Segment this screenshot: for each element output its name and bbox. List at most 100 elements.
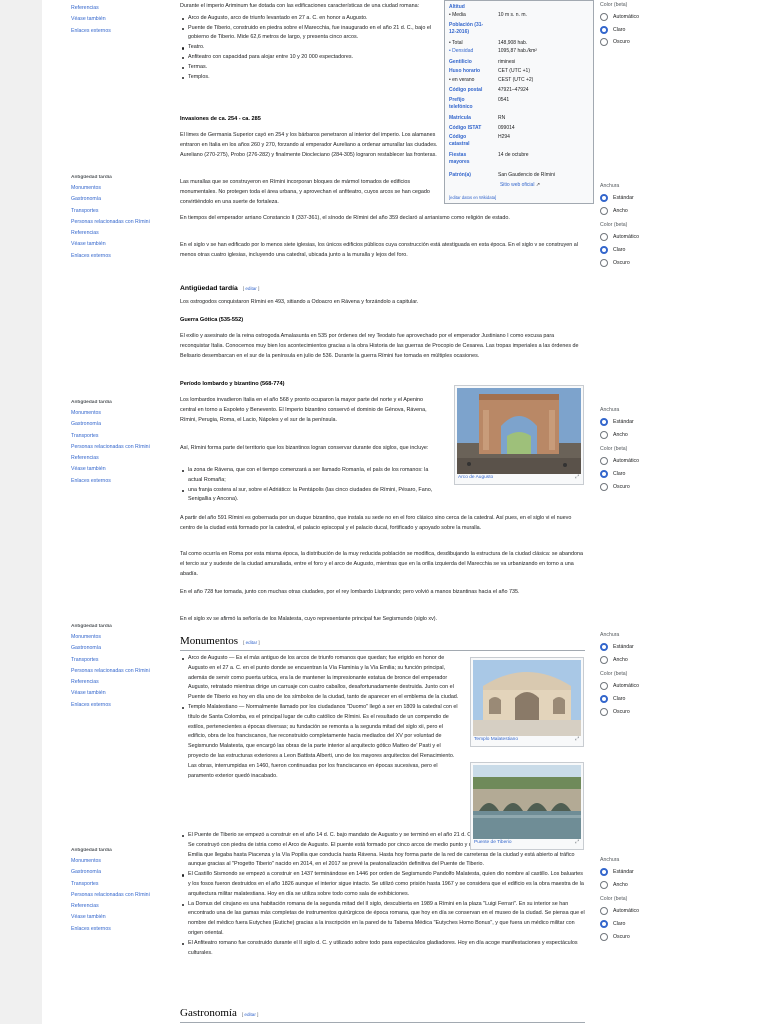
- toc-item[interactable]: Enlaces externos: [71, 700, 171, 711]
- toc-section-cut[interactable]: Antigüedad tardía: [71, 624, 171, 630]
- enlarge-icon[interactable]: ⤢: [575, 474, 579, 482]
- color-light-option[interactable]: Claro: [600, 24, 700, 37]
- radio-icon[interactable]: [600, 682, 608, 691]
- image-puente-tiberio[interactable]: Puente de Tiberio ⤢: [470, 762, 584, 850]
- enlarge-icon[interactable]: ⤢: [575, 736, 579, 744]
- edit-wikidata-link[interactable]: [editar datos en Wikidata]: [449, 195, 496, 200]
- edit-link[interactable]: [ editar ]: [243, 640, 260, 645]
- toc-item[interactable]: Gastronomía: [71, 194, 171, 205]
- toc-item[interactable]: Personas relacionadas con Rímini: [71, 890, 171, 901]
- toc-item[interactable]: Véase también: [71, 688, 171, 699]
- toc-item[interactable]: Monumentos: [71, 183, 171, 194]
- infobox-key[interactable]: Huso horario: [449, 68, 489, 75]
- color-dark-option[interactable]: Oscuro: [600, 480, 700, 493]
- color-automatic-option[interactable]: Automático: [600, 455, 700, 468]
- infobox-key[interactable]: Gentilicio: [449, 59, 489, 66]
- radio-icon[interactable]: [600, 707, 608, 716]
- width-wide-option[interactable]: Ancho: [600, 205, 700, 218]
- toc-item[interactable]: Enlaces externos: [71, 26, 171, 37]
- toc-section-cut[interactable]: Antigüedad tardía: [71, 175, 171, 181]
- width-standard-option[interactable]: Estándar: [600, 416, 700, 429]
- edit-link[interactable]: [ editar ]: [243, 286, 260, 291]
- color-automatic-option[interactable]: Automático: [600, 905, 700, 918]
- edit-link[interactable]: [ editar ]: [242, 1012, 259, 1017]
- radio-icon[interactable]: [600, 13, 608, 22]
- color-dark-option[interactable]: Oscuro: [600, 705, 700, 718]
- radio-checked-icon[interactable]: [600, 695, 608, 704]
- toc-item[interactable]: Véase también: [71, 912, 171, 923]
- infobox-key[interactable]: Matrícula: [449, 115, 489, 122]
- infobox-key[interactable]: Altitud: [449, 4, 489, 11]
- infobox-key[interactable]: Prefijo telefónico: [449, 97, 485, 111]
- toc-item[interactable]: Véase también: [71, 239, 171, 250]
- toc-item[interactable]: Personas relacionadas con Rímini: [71, 217, 171, 228]
- toc-item[interactable]: Transportes: [71, 655, 171, 666]
- toc-item[interactable]: Referencias: [71, 3, 171, 14]
- toc-item[interactable]: Personas relacionadas con Rímini: [71, 666, 171, 677]
- width-standard-option[interactable]: Estándar: [600, 866, 700, 879]
- color-light-option[interactable]: Claro: [600, 468, 700, 481]
- radio-icon[interactable]: [600, 206, 608, 215]
- toc-item[interactable]: Gastronomía: [71, 643, 171, 654]
- radio-icon[interactable]: [600, 233, 608, 242]
- width-wide-option[interactable]: Ancho: [600, 879, 700, 892]
- color-light-option[interactable]: Claro: [600, 244, 700, 257]
- toc-item[interactable]: Referencias: [71, 677, 171, 688]
- width-standard-option[interactable]: Estándar: [600, 641, 700, 654]
- width-wide-option[interactable]: Ancho: [600, 429, 700, 442]
- radio-checked-icon[interactable]: [600, 418, 608, 427]
- color-light-option[interactable]: Claro: [600, 693, 700, 706]
- width-standard-option[interactable]: Estándar: [600, 192, 700, 205]
- toc-item[interactable]: Gastronomía: [71, 419, 171, 430]
- color-dark-option[interactable]: Oscuro: [600, 256, 700, 269]
- radio-icon[interactable]: [600, 430, 608, 439]
- toc-item[interactable]: Transportes: [71, 879, 171, 890]
- toc-item[interactable]: Monumentos: [71, 632, 171, 643]
- infobox-key[interactable]: Población (31-12-2016): [449, 22, 489, 36]
- infobox-key[interactable]: Código catastral: [449, 134, 485, 148]
- infobox-value[interactable]: CEST (UTC +2): [498, 77, 533, 84]
- infobox-value[interactable]: CET (UTC +1): [498, 68, 530, 75]
- toc-item[interactable]: Transportes: [71, 206, 171, 217]
- color-light-option[interactable]: Claro: [600, 918, 700, 931]
- toc-item[interactable]: Referencias: [71, 453, 171, 464]
- infobox-key[interactable]: Código ISTAT: [449, 125, 497, 132]
- image-templo-malatestiano[interactable]: Templo Malatestiano ⤢: [470, 657, 584, 747]
- radio-checked-icon[interactable]: [600, 470, 608, 479]
- toc-section-cut[interactable]: Antigüedad tardía: [71, 400, 171, 406]
- enlarge-icon[interactable]: ⤢: [575, 839, 579, 847]
- radio-checked-icon[interactable]: [600, 868, 608, 877]
- radio-checked-icon[interactable]: [600, 246, 608, 255]
- toc-item[interactable]: Véase también: [71, 14, 171, 25]
- toc-item[interactable]: Enlaces externos: [71, 476, 171, 487]
- color-dark-option[interactable]: Oscuro: [600, 930, 700, 943]
- color-automatic-option[interactable]: Automático: [600, 680, 700, 693]
- toc-item[interactable]: Personas relacionadas con Rímini: [71, 442, 171, 453]
- toc-item[interactable]: Monumentos: [71, 856, 171, 867]
- color-automatic-option[interactable]: Automático: [600, 11, 700, 24]
- radio-icon[interactable]: [600, 482, 608, 491]
- toc-section-cut[interactable]: Antigüedad tardía: [71, 848, 171, 854]
- infobox-key[interactable]: Fiestas mayores: [449, 152, 485, 166]
- radio-icon[interactable]: [600, 38, 608, 47]
- toc-item[interactable]: Referencias: [71, 228, 171, 239]
- toc-item[interactable]: Transportes: [71, 431, 171, 442]
- toc-item[interactable]: Gastronomía: [71, 867, 171, 878]
- official-website-link[interactable]: Sitio web oficial: [500, 182, 534, 188]
- toc-item[interactable]: Monumentos: [71, 408, 171, 419]
- radio-checked-icon[interactable]: [600, 25, 608, 34]
- infobox-key[interactable]: • Densidad: [449, 48, 489, 55]
- toc-item[interactable]: Referencias: [71, 901, 171, 912]
- radio-icon[interactable]: [600, 932, 608, 941]
- infobox-key[interactable]: Código postal: [449, 87, 497, 94]
- toc-item[interactable]: Enlaces externos: [71, 924, 171, 935]
- radio-icon[interactable]: [600, 258, 608, 267]
- image-arco-augusto[interactable]: Arco de Augusto ⤢: [454, 385, 584, 485]
- radio-checked-icon[interactable]: [600, 643, 608, 652]
- radio-icon[interactable]: [600, 880, 608, 889]
- infobox-key[interactable]: Patrón(a): [449, 172, 489, 179]
- radio-checked-icon[interactable]: [600, 920, 608, 929]
- color-dark-option[interactable]: Oscuro: [600, 36, 700, 49]
- radio-checked-icon[interactable]: [600, 194, 608, 203]
- infobox-value[interactable]: San Gaudencio de Rímini: [498, 172, 555, 179]
